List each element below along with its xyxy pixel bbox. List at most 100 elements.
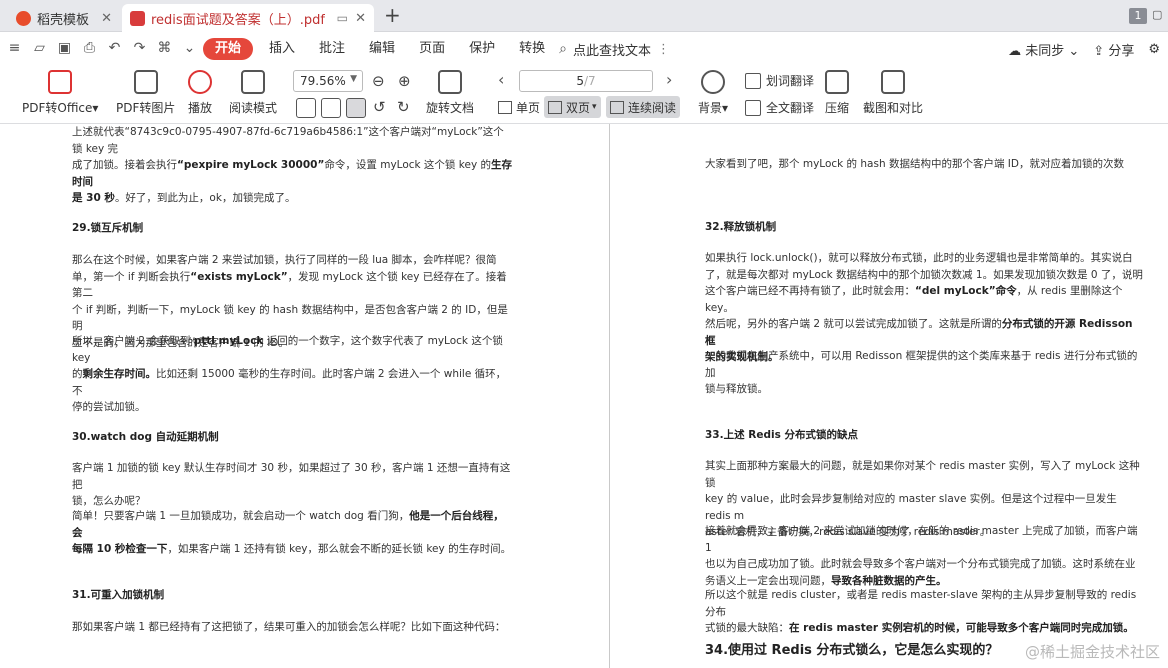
text-line: 那么在这个时候，如果客户端 2 来尝试加锁，执行了同样的一段 lua 脚本，会咋… [72, 254, 497, 266]
window-count-badge[interactable]: 1 [1129, 8, 1147, 24]
find-text-search[interactable]: ⌕ 点此查找文本 ⋮ [559, 40, 670, 59]
rotate-document-button[interactable]: 旋转文档 [426, 70, 474, 116]
text-line: 简单！只要客户端 1 一旦加锁成功，就会启动一个 watch dog 看门狗，他… [72, 510, 504, 539]
save-icon[interactable]: ▣ [56, 40, 73, 56]
page-number-input[interactable]: 5/7 [519, 70, 653, 92]
screenshot-compare-button[interactable]: 截图和对比 [863, 70, 923, 116]
tab-label: 稻壳模板 [37, 12, 90, 28]
close-icon[interactable]: ✕ [101, 11, 112, 26]
tab-docer-templates[interactable]: 稻壳模板 ✕ [8, 4, 120, 32]
zoom-select[interactable]: 79.56% ▼ [293, 70, 363, 92]
paragraph: 接着就会导致，客户端 2 来尝试加锁的时候，在新的 redis master 上… [705, 523, 1145, 589]
zoom-in-icon[interactable]: ⊕ [398, 72, 411, 90]
compress-button[interactable]: 压缩 [825, 70, 849, 116]
pdf-to-office-icon [48, 70, 73, 94]
sync-label: 未同步 [1025, 44, 1065, 59]
paragraph: 大家看到了吧，那个 myLock 的 hash 数据结构中的那个客户端 ID，就… [705, 156, 1145, 173]
text-line: 其实上面那种方案最大的问题，就是如果你对某个 redis master 实例，写… [705, 460, 1140, 489]
print-icon[interactable]: ⎙ [81, 40, 98, 56]
compress-icon [825, 70, 849, 94]
menu-item-comment[interactable]: 批注 [307, 38, 357, 60]
word-translate-button[interactable]: 划词翻译 [745, 72, 814, 89]
text-line: 单，第一个 if 判断会执行“exists myLock”，发现 myLock … [72, 270, 507, 300]
text-line: 了，就是每次都对 myLock 数据结构中的那个加锁次数减 1。如果发现加锁次数… [705, 268, 1143, 281]
new-tab-button[interactable]: + [384, 3, 401, 27]
button-label: 单页 [516, 100, 541, 115]
pdf-file-icon [130, 10, 145, 26]
text-line: 所以这个就是 redis cluster，或者是 redis master-sl… [705, 589, 1137, 618]
undo-icon[interactable]: ↶ [106, 40, 123, 56]
tab-pdf-document[interactable]: redis面试题及答案（上）.pdf ▭ ✕ [122, 4, 374, 32]
close-icon[interactable]: ✕ [355, 11, 366, 26]
pdf-to-image-button[interactable]: PDF转图片 [116, 70, 175, 116]
chevron-down-icon: ▼ [350, 74, 357, 84]
menu-icon[interactable]: ≡ [6, 40, 23, 56]
fit-page-icon[interactable] [321, 98, 341, 118]
play-button[interactable]: 播放 [188, 70, 212, 116]
single-page-button[interactable]: 单页 [494, 96, 544, 118]
menu-item-edit[interactable]: 编辑 [357, 38, 407, 60]
previous-page-icon[interactable]: ‹ [498, 70, 504, 89]
format-painter-icon[interactable]: ⌘ [156, 40, 173, 56]
text-line: 的剩余生存时间。比如还剩 15000 毫秒的生存时间。此时客户端 2 会进入一个… [72, 368, 507, 397]
zoom-value: 79.56% [300, 74, 346, 88]
section-heading-34: 34.使用过 Redis 分布式锁么，它是怎么实现的？ [705, 643, 999, 658]
next-page-icon[interactable]: › [666, 70, 672, 89]
chevron-down-icon[interactable]: ⌄ [181, 40, 198, 56]
share-label: 分享 [1108, 44, 1135, 59]
book-icon [241, 70, 265, 94]
button-label: 背景▾ [698, 101, 729, 115]
play-icon [188, 70, 212, 94]
text-line: 如果执行 lock.unlock()，就可以释放分布式锁，此时的业务逻辑也是非常… [705, 252, 1133, 264]
button-label: PDF转图片 [116, 101, 176, 115]
moon-icon [701, 70, 726, 94]
pdf-to-office-button[interactable]: PDF转Office▾ [22, 70, 98, 116]
menu-item-page[interactable]: 页面 [407, 38, 457, 60]
tab-label: redis面试题及答案（上）.pdf [151, 12, 325, 28]
tab-bar: 稻壳模板 ✕ redis面试题及答案（上）.pdf ▭ ✕ + 1 ▢ [0, 0, 1168, 32]
section-heading-29: 29.锁互斥机制 [72, 222, 144, 234]
double-page-button[interactable]: 双页 ▾ [544, 96, 601, 118]
text-line: 锁与释放锁。 [705, 383, 768, 395]
full-translate-button[interactable]: 全文翻译 [745, 99, 814, 116]
menu-item-protect[interactable]: 保护 [457, 38, 507, 60]
sync-status[interactable]: ☁ 未同步 ⌄ [1008, 40, 1079, 59]
button-label: 播放 [188, 101, 213, 115]
text-line: 然后呢，另外的客户端 2 就可以尝试完成加锁了。这就是所谓的分布式锁的开源 Re… [705, 318, 1133, 347]
open-folder-icon[interactable]: ▱ [31, 40, 48, 56]
current-page: 5 [576, 74, 584, 88]
rotate-left-icon[interactable]: ↺ [373, 98, 386, 116]
fit-width-icon[interactable] [346, 98, 366, 118]
rotate-right-icon[interactable]: ↻ [397, 98, 410, 116]
button-label: 连续阅读 [628, 100, 677, 115]
section-heading-32: 32.释放锁机制 [705, 221, 777, 233]
full-translate-icon [745, 99, 761, 116]
share-button[interactable]: ⇪ 分享 [1093, 40, 1134, 59]
menu-item-home[interactable]: 开始 [203, 38, 254, 60]
more-icon[interactable]: ⋮ [657, 42, 670, 57]
section-heading-30: 30.watch dog 自动延期机制 [72, 431, 219, 443]
menu-item-insert[interactable]: 插入 [257, 38, 307, 60]
text-line: 停的尝试加锁。 [72, 401, 146, 413]
window-control-icon[interactable]: ▢ [1152, 8, 1162, 21]
background-button[interactable]: 背景▾ [698, 70, 728, 116]
redo-icon[interactable]: ↷ [131, 40, 148, 56]
actual-size-icon[interactable] [296, 98, 316, 118]
search-icon: ⌕ [559, 41, 567, 57]
continuous-read-button[interactable]: 连续阅读 [606, 96, 681, 118]
text-line: 那如果客户端 1 都已经持有了这把锁了，结果可重入的加锁会怎么样呢？比如下面这种… [72, 621, 506, 633]
button-label: 旋转文档 [426, 101, 475, 115]
document-viewer[interactable]: 上述就代表“8743c9c0-0795-4907-87fd-6c719a6b45… [0, 124, 1168, 668]
menu-row: ≡ ▱ ▣ ⎙ ↶ ↷ ⌘ ⌄ 开始 插入 批注 编辑 页面 保护 转换 ⌕ 点… [0, 32, 1168, 66]
settings-icon[interactable]: ⚙ [1148, 42, 1160, 57]
menu-item-convert[interactable]: 转换 [507, 38, 557, 60]
paragraph: 上述就代表“8743c9c0-0795-4907-87fd-6c719a6b45… [72, 124, 514, 207]
rotate-document-icon [438, 70, 462, 94]
read-mode-button[interactable]: 阅读模式 [229, 70, 277, 116]
docer-logo-icon [16, 10, 31, 26]
pin-window-icon[interactable]: ▭ [337, 11, 348, 25]
zoom-out-icon[interactable]: ⊖ [372, 72, 385, 90]
section-heading-33: 33.上述 Redis 分布式锁的缺点 [705, 429, 858, 441]
watermark-text: @稀土掘金技术社区 [1024, 643, 1160, 661]
text-line: 所以，客户端 2 会获取到 pttl myLock 返回的一个数字，这个数字代表… [72, 335, 503, 364]
